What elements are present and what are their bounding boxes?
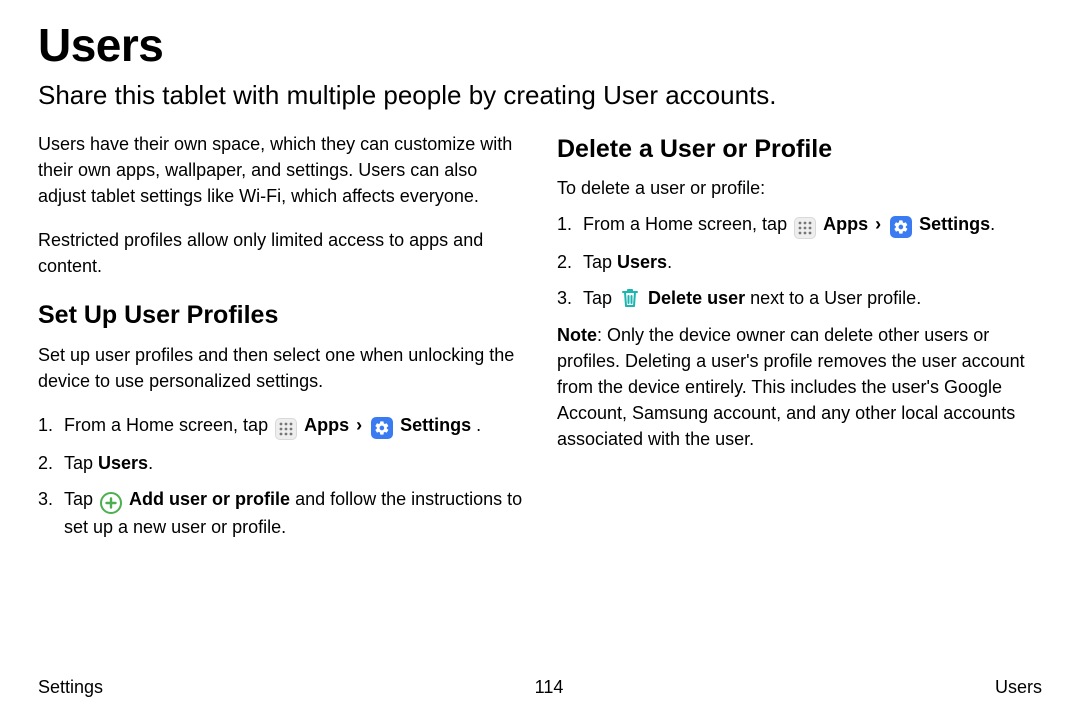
add-plus-icon xyxy=(100,492,122,514)
step-item: Tap Users. xyxy=(60,450,523,476)
bold-text: Users xyxy=(617,252,667,272)
step-text: From a Home screen, tap xyxy=(583,214,792,234)
page-title: Users xyxy=(38,18,1042,72)
step-text: Tap xyxy=(583,252,617,272)
settings-label: Settings xyxy=(400,415,471,435)
setup-steps: From a Home screen, tap Apps › xyxy=(38,412,523,540)
step-item: From a Home screen, tap Apps › xyxy=(60,412,523,440)
step-text: . xyxy=(667,252,672,272)
step-text: next to a User profile. xyxy=(745,288,921,308)
bold-text: Delete user xyxy=(648,288,745,308)
settings-gear-icon xyxy=(890,216,912,238)
section-lead: To delete a user or profile: xyxy=(557,175,1042,201)
footer-left: Settings xyxy=(38,677,103,698)
section-lead: Set up user profiles and then select one… xyxy=(38,342,523,394)
step-text: Tap xyxy=(64,453,98,473)
bold-text: Add user or profile xyxy=(129,489,290,509)
footer-page-number: 114 xyxy=(535,677,564,698)
step-text: Tap xyxy=(64,489,98,509)
bold-text: Users xyxy=(98,453,148,473)
settings-label: Settings xyxy=(919,214,990,234)
note-paragraph: Note: Only the device owner can delete o… xyxy=(557,322,1042,452)
chevron-right-icon: › xyxy=(875,214,881,234)
page-footer: Settings 114 Users xyxy=(38,677,1042,698)
paragraph: Restricted profiles allow only limited a… xyxy=(38,227,523,279)
step-text: Tap xyxy=(583,288,617,308)
section-heading-delete: Delete a User or Profile xyxy=(557,131,1042,167)
section-heading-setup: Set Up User Profiles xyxy=(38,297,523,333)
footer-right: Users xyxy=(995,677,1042,698)
step-item: From a Home screen, tap Apps › xyxy=(579,211,1042,239)
page-intro: Share this tablet with multiple people b… xyxy=(38,80,1042,111)
step-text: . xyxy=(476,415,481,435)
step-item: Tap Users. xyxy=(579,249,1042,275)
right-column: Delete a User or Profile To delete a use… xyxy=(557,131,1042,550)
apps-grid-icon xyxy=(275,418,297,440)
manual-page: Users Share this tablet with multiple pe… xyxy=(0,0,1080,720)
step-item: Tap Add user or profile and follow the i… xyxy=(60,486,523,540)
note-label: Note xyxy=(557,325,597,345)
step-item: Tap Delete user next to a User profile. xyxy=(579,285,1042,311)
note-body: : Only the device owner can delete other… xyxy=(557,325,1025,449)
apps-label: Apps xyxy=(823,214,868,234)
paragraph: Users have their own space, which they c… xyxy=(38,131,523,209)
delete-steps: From a Home screen, tap Apps › xyxy=(557,211,1042,311)
apps-label: Apps xyxy=(304,415,349,435)
left-column: Users have their own space, which they c… xyxy=(38,131,523,550)
step-text: From a Home screen, tap xyxy=(64,415,273,435)
trash-delete-icon xyxy=(619,286,641,310)
step-text: . xyxy=(990,214,995,234)
content-columns: Users have their own space, which they c… xyxy=(38,131,1042,550)
step-text: . xyxy=(148,453,153,473)
apps-grid-icon xyxy=(794,217,816,239)
settings-gear-icon xyxy=(371,417,393,439)
chevron-right-icon: › xyxy=(356,415,362,435)
